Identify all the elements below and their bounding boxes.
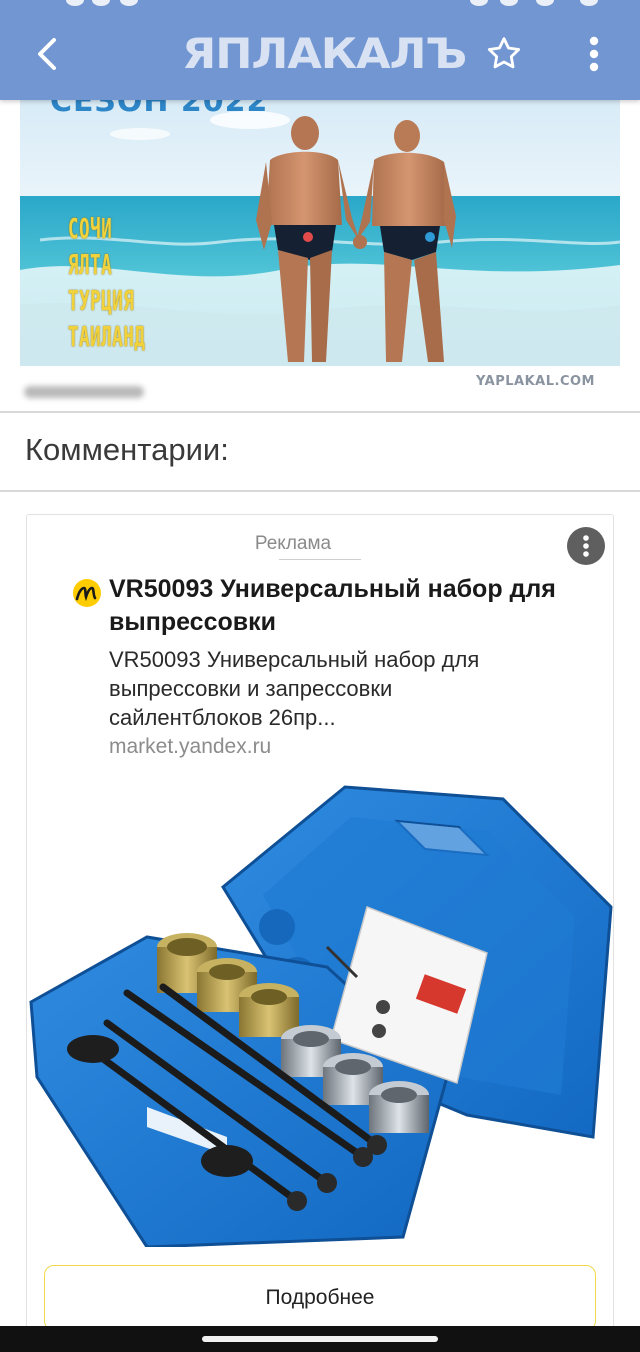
ad-label: Реклама bbox=[254, 533, 332, 554]
home-gesture-handle[interactable] bbox=[202, 1336, 438, 1342]
site-logo[interactable]: ЯПЛАКАЛЪ bbox=[182, 28, 479, 78]
ad-details-button[interactable]: Подробнее bbox=[44, 1265, 596, 1331]
section-divider bbox=[0, 490, 640, 492]
ad-card[interactable]: Реклама VR50093 Универсальный набор для … bbox=[26, 514, 614, 1352]
city-label: СОЧИ bbox=[68, 212, 113, 245]
ad-product-image[interactable] bbox=[27, 777, 613, 1249]
more-vertical-icon bbox=[583, 535, 589, 557]
ad-title-link[interactable]: VR50093 Универсальный набор для выпрессо… bbox=[109, 573, 609, 639]
chevron-left-icon bbox=[38, 38, 56, 70]
city-label: ЯЛТА bbox=[68, 248, 113, 281]
image-watermark: YAPLAKAL.COM bbox=[476, 374, 595, 389]
back-button[interactable] bbox=[20, 28, 72, 80]
app-screen: ЯПЛАКАЛЪ СЕЗОН 2022 СОЧИ ЯЛТА ТУРЦИЯ ТАИ… bbox=[0, 0, 640, 1352]
image-city-list: СОЧИ ЯЛТА ТУРЦИЯ ТАИЛАНД bbox=[68, 212, 193, 354]
ad-domain-link[interactable]: market.yandex.ru bbox=[109, 735, 271, 759]
tool-kit-blue-case-image bbox=[29, 785, 613, 1249]
section-divider bbox=[0, 411, 640, 413]
blurred-author-text bbox=[24, 386, 144, 398]
top-app-bar: ЯПЛАКАЛЪ bbox=[0, 0, 640, 100]
ad-menu-button[interactable] bbox=[567, 527, 605, 565]
image-caption-top: СЕЗОН 2022 bbox=[50, 100, 269, 119]
status-bar-remnant bbox=[0, 0, 640, 6]
ad-label-underline bbox=[279, 559, 361, 560]
more-vertical-icon bbox=[589, 36, 599, 72]
overflow-menu-button[interactable] bbox=[570, 30, 618, 78]
system-navigation-bar bbox=[0, 1326, 640, 1352]
city-label: ТУРЦИЯ bbox=[68, 284, 135, 317]
star-outline-icon bbox=[487, 37, 521, 69]
post-image-section: СЕЗОН 2022 СОЧИ ЯЛТА ТУРЦИЯ ТАИЛАНД YAPL… bbox=[0, 100, 640, 412]
favorite-button[interactable] bbox=[480, 30, 528, 78]
city-label: ТАИЛАНД bbox=[68, 320, 146, 353]
post-image[interactable]: СЕЗОН 2022 СОЧИ ЯЛТА ТУРЦИЯ ТАИЛАНД bbox=[20, 100, 620, 366]
ad-description: VR50093 Универсальный набор для выпрессо… bbox=[109, 647, 480, 730]
comments-heading: Комментарии: bbox=[25, 432, 229, 467]
yandex-market-icon bbox=[73, 579, 101, 607]
